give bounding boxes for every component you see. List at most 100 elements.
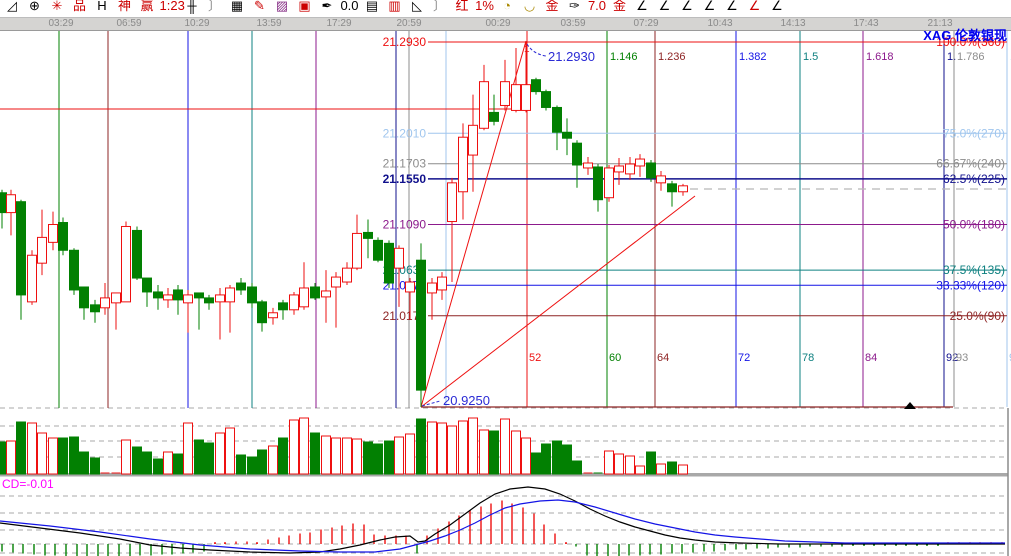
candle-body (406, 282, 415, 292)
toolbar-icon[interactable]: ∠ (655, 0, 675, 17)
time-axis[interactable]: 03:2906:5910:2913:5917:2920:5900:2903:59… (0, 17, 1011, 31)
candle-body (184, 295, 193, 303)
toolbar-icon[interactable]: 0.0 (340, 0, 360, 17)
toolbar-icon[interactable]: 7.0 (587, 0, 607, 17)
chart-label: 21.2010 (383, 126, 427, 140)
toolbar-icon[interactable]: ∠ (745, 0, 765, 17)
candle-body (248, 287, 257, 303)
candle-body (522, 85, 531, 111)
candle-body (343, 268, 352, 282)
chart-label: 64 (657, 352, 669, 364)
candle-body (626, 164, 635, 174)
toolbar-icon[interactable]: 品 (70, 0, 90, 17)
toolbar-icon[interactable]: 〕 (430, 0, 450, 17)
volume-bar (542, 444, 551, 474)
volume-bar (258, 450, 267, 474)
toolbar-icon[interactable]: 金 (610, 0, 630, 17)
chart-label: 50.0%(180) (943, 218, 1005, 232)
volume-bar (300, 418, 309, 474)
chart-label: 72 (738, 352, 750, 364)
candle-body (216, 295, 225, 302)
candle-body (279, 303, 288, 310)
chart-label: 37.5%(135) (943, 263, 1005, 277)
toolbar-icon[interactable]: ∠ (632, 0, 652, 17)
toolbar-icon[interactable]: ∠ (767, 0, 787, 17)
volume-bar (154, 459, 163, 474)
candlestick-chart-canvas[interactable]: 52601.146641.236721.382781.5841.618921.9… (0, 0, 1011, 556)
toolbar-icon[interactable]: ◺ (407, 0, 427, 17)
candle-body (195, 293, 204, 298)
candle-body (584, 163, 593, 168)
chart-label: 1.236 (658, 51, 686, 63)
toolbar-icon[interactable]: ✳ (47, 0, 67, 17)
candle-body (322, 291, 331, 297)
time-label: 07:29 (633, 18, 658, 29)
candle-body (668, 184, 677, 192)
time-label: 06:59 (116, 18, 141, 29)
volume-bar (563, 445, 572, 474)
toolbar-icon[interactable]: ◿ (2, 0, 22, 17)
toolbar-icon[interactable]: H (92, 0, 112, 17)
toolbar-icon[interactable]: 1:23 (160, 0, 180, 17)
candle-body (542, 92, 551, 108)
volume-bar (164, 452, 173, 474)
volume-bar (532, 453, 541, 474)
toolbar-icon[interactable]: 赢 (137, 0, 157, 17)
candle-body (143, 278, 152, 292)
candle-body (174, 290, 183, 300)
candle-body (70, 250, 79, 290)
candle-body (59, 223, 68, 251)
volume-bar (417, 419, 426, 474)
volume-bar (385, 441, 394, 474)
toolbar-icon[interactable]: ⊕ (25, 0, 45, 17)
volume-bar (657, 464, 666, 474)
toolbar: ◿⊕✳品H神赢1:23╫〕▦✎▨▣✒0.0▤▥◺〕红1%◔◡金✑7.0金∠∠∠∠… (0, 0, 1011, 17)
candle-body (657, 176, 666, 183)
toolbar-icon[interactable]: ▤ (362, 0, 382, 17)
toolbar-icon[interactable]: ╫ (182, 0, 202, 17)
candle-body (605, 168, 614, 198)
toolbar-icon[interactable]: 神 (115, 0, 135, 17)
toolbar-icon[interactable]: ∠ (677, 0, 697, 17)
time-label: 03:29 (48, 18, 73, 29)
chart-label: 21.2930 (383, 35, 427, 49)
chart-label: 1.382 (739, 51, 767, 63)
toolbar-icon[interactable]: ▦ (227, 0, 247, 17)
volume-bar (7, 441, 16, 474)
toolbar-icon[interactable]: ▨ (272, 0, 292, 17)
candle-body (636, 159, 645, 166)
toolbar-icon[interactable]: 红 (452, 0, 472, 17)
volume-bar (133, 447, 142, 474)
time-label: 03:59 (560, 18, 585, 29)
volume-bar (522, 438, 531, 474)
toolbar-icon[interactable]: ◡ (520, 0, 540, 17)
volume-bar (647, 452, 656, 474)
toolbar-icon[interactable]: ✎ (250, 0, 270, 17)
toolbar-icon[interactable]: 1% (475, 0, 495, 17)
chart-label: 52 (529, 352, 541, 364)
volume-bar (332, 438, 341, 474)
toolbar-icon[interactable]: ◔ (497, 0, 517, 17)
toolbar-icon[interactable]: ✑ (565, 0, 585, 17)
candle-body (7, 195, 16, 213)
toolbar-icon[interactable]: 〕 (205, 0, 225, 17)
toolbar-icon[interactable]: ∠ (722, 0, 742, 17)
volume-bar (195, 440, 204, 474)
chart-label: 78 (802, 352, 814, 364)
volume-bar (28, 423, 37, 474)
volume-bar (122, 440, 131, 474)
candle-body (374, 240, 383, 260)
toolbar-icon[interactable]: ✒ (317, 0, 337, 17)
candle-body (594, 167, 603, 200)
chart-label: 25.0%(90) (950, 309, 1005, 323)
toolbar-icon[interactable]: ▣ (295, 0, 315, 17)
toolbar-icon[interactable]: 金 (542, 0, 562, 17)
candle-body (553, 107, 562, 132)
toolbar-icon[interactable]: ▥ (385, 0, 405, 17)
toolbar-icon[interactable]: ∠ (700, 0, 720, 17)
candle-body (573, 143, 582, 165)
volume-bar (512, 431, 521, 474)
candle-body (428, 283, 437, 293)
time-label: 10:43 (707, 18, 732, 29)
chart-label: 21.1550 (383, 172, 427, 186)
